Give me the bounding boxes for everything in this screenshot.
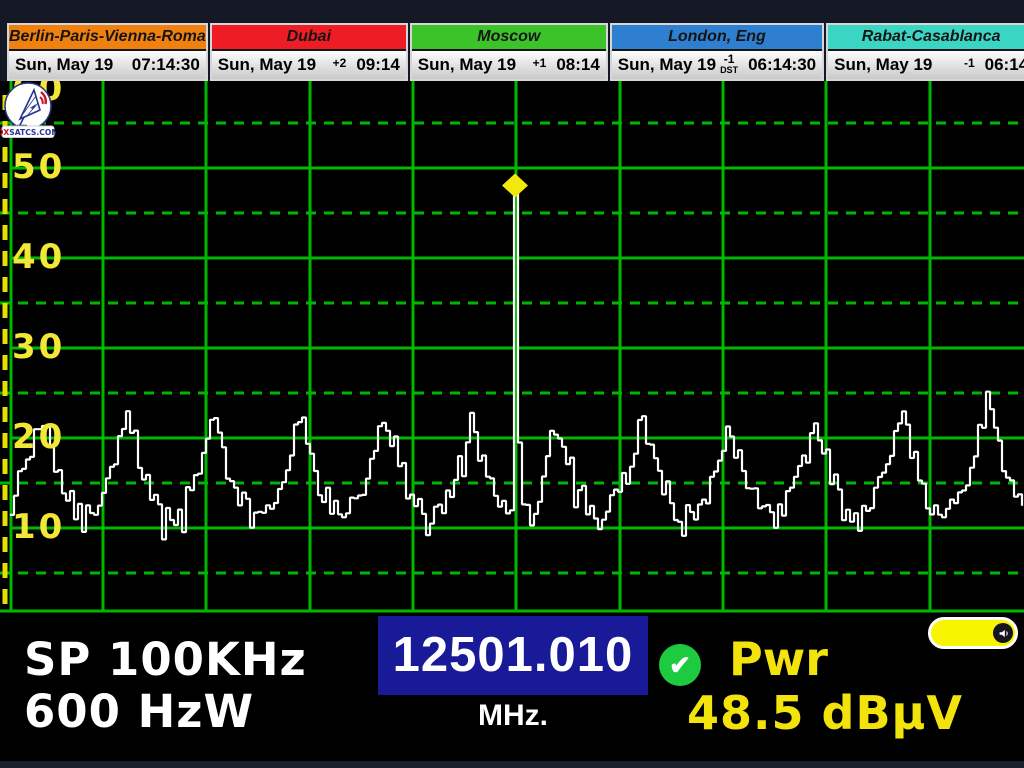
time-row: Sun, May 19 07:14:30 — [9, 51, 206, 79]
y-axis-label: 40 — [12, 237, 65, 277]
time-value: 07:14:30 — [132, 55, 200, 75]
measurement-panel: SP 100KHz 600 HzW 12501.010 MHz. Pwr 48.… — [0, 613, 1024, 761]
date-label: Sun, May 19 — [15, 55, 113, 75]
clock-panel-berlin: Berlin-Paris-Vienna-Roma Sun, May 19 07:… — [7, 23, 208, 81]
power-value: 48.5 dBµV — [687, 686, 963, 740]
clock-panel-rabat: Rabat-Casablanca Sun, May 19 -1 06:14 — [826, 23, 1024, 81]
date-label: Sun, May 19 — [834, 55, 932, 75]
time-value: 06:14:30 — [748, 55, 816, 75]
city-name: Berlin-Paris-Vienna-Roma — [9, 25, 206, 51]
time-value: 06:14 — [985, 55, 1024, 75]
peak-marker-diamond — [502, 174, 528, 198]
power-label: Pwr — [729, 632, 828, 686]
city-name: Dubai — [212, 25, 406, 51]
date-label: Sun, May 19 — [218, 55, 316, 75]
time-value: 08:14 — [556, 55, 599, 75]
bandwidth-label: 600 HzW — [24, 685, 254, 738]
y-axis-label: 20 — [12, 417, 65, 457]
spectrum-canvas — [0, 81, 1024, 613]
clock-panel-london: London, Eng Sun, May 19 -1DST 06:14:30 — [610, 23, 824, 81]
date-label: Sun, May 19 — [418, 55, 516, 75]
y-axis-label: 50 — [12, 147, 65, 187]
span-label: SP 100KHz — [24, 633, 307, 686]
utc-offset-dst: -1DST — [720, 56, 738, 75]
city-name: London, Eng — [612, 25, 822, 51]
time-row: Sun, May 19 -1DST 06:14:30 — [612, 51, 822, 79]
volume-pill-button[interactable] — [928, 617, 1018, 649]
frequency-unit-label: MHz. — [378, 699, 648, 733]
utc-offset: -1 — [964, 60, 975, 70]
city-name: Rabat-Casablanca — [828, 25, 1024, 51]
grid — [0, 81, 1024, 612]
date-label: Sun, May 19 — [618, 55, 716, 75]
dxsatcs-logo: DXSATCS.COM — [0, 81, 56, 139]
time-row: Sun, May 19 -1 06:14 — [828, 51, 1024, 79]
spectrum-plot: 605040302010 DXSATCS.COM — [0, 81, 1024, 613]
world-clock-bar: Berlin-Paris-Vienna-Roma Sun, May 19 07:… — [0, 23, 1024, 81]
y-axis-label: 10 — [12, 507, 65, 547]
svg-text:DXSATCS.COM: DXSATCS.COM — [0, 128, 56, 137]
time-row: Sun, May 19 +1 08:14 — [412, 51, 606, 79]
speaker-icon — [993, 623, 1013, 643]
bottom-strip — [0, 761, 1024, 768]
logo-text-satcs: SATCS.COM — [9, 128, 56, 137]
lock-check-icon — [659, 644, 701, 686]
y-axis-label: 30 — [12, 327, 65, 367]
city-name: Moscow — [412, 25, 606, 51]
utc-offset: +1 — [533, 60, 547, 70]
logo-text-dx: DX — [0, 128, 9, 137]
time-row: Sun, May 19 +2 09:14 — [212, 51, 406, 79]
top-strip — [0, 0, 1024, 23]
utc-offset: +2 — [333, 60, 347, 70]
clock-panel-dubai: Dubai Sun, May 19 +2 09:14 — [210, 23, 408, 81]
frequency-display[interactable]: 12501.010 — [378, 616, 648, 695]
time-value: 09:14 — [356, 55, 399, 75]
clock-panel-moscow: Moscow Sun, May 19 +1 08:14 — [410, 23, 608, 81]
